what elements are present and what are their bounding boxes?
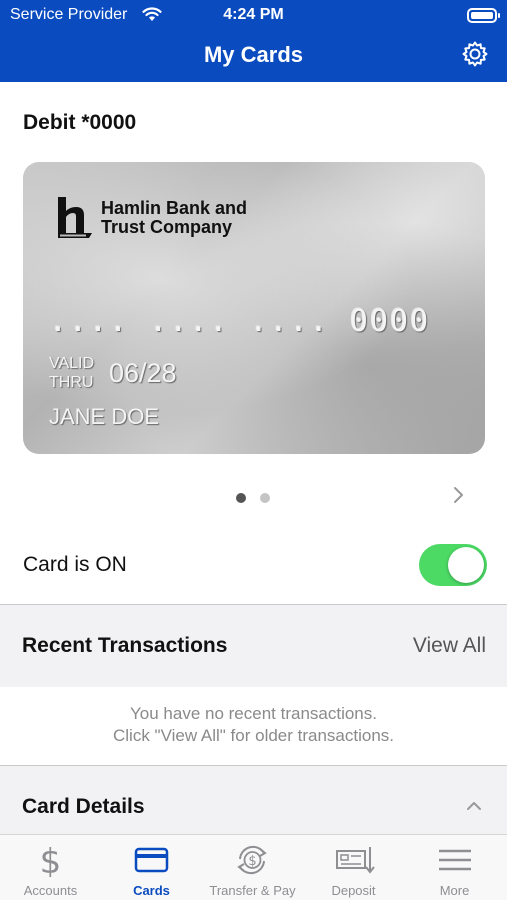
page-title: My Cards [203, 42, 304, 67]
dollar-icon: $ [40, 843, 62, 877]
card-expiry: 06/28 [109, 358, 177, 388]
svg-text:$: $ [40, 843, 62, 877]
debit-card-image[interactable]: Hamlin Bank and Trust Company .... .... … [23, 162, 485, 454]
bank-name-line1: Hamlin Bank and [101, 198, 248, 218]
status-bar: Service Provider 4:24 PM [0, 0, 507, 30]
tab-accounts[interactable]: $ Accounts [0, 835, 101, 900]
card-holder: JANE DOE [49, 404, 160, 429]
pager-dot[interactable] [236, 493, 246, 503]
chevron-up-icon[interactable] [466, 800, 482, 812]
card-details-title: Card Details [22, 795, 145, 818]
menu-icon [439, 849, 471, 871]
card-on-toggle[interactable] [419, 544, 487, 586]
bank-logo-icon [58, 197, 92, 238]
card-icon [134, 847, 169, 873]
svg-text:$: $ [248, 854, 256, 869]
tab-bar: $ Accounts Cards $ Transfer & Pay Deposi… [0, 834, 507, 900]
gear-icon[interactable] [461, 40, 489, 68]
toggle-knob [448, 547, 484, 583]
bank-name: Hamlin Bank and Trust Company [101, 199, 247, 237]
tab-label: Cards [133, 883, 170, 898]
battery-icon [467, 8, 500, 23]
tab-label: Accounts [23, 883, 78, 898]
card-pager [236, 490, 284, 508]
empty-transactions-message: You have no recent transactions. Click "… [0, 703, 507, 747]
empty-line1: You have no recent transactions. [130, 704, 377, 723]
bank-name-line2: Trust Company [101, 217, 233, 237]
deposit-check-icon [336, 847, 375, 874]
tab-label: Deposit [331, 883, 376, 898]
pager-dot[interactable] [260, 493, 270, 503]
card-number: .... .... .... 0000 [49, 304, 431, 339]
view-all-link[interactable]: View All [413, 634, 486, 658]
recent-transactions-title: Recent Transactions [22, 634, 228, 657]
empty-line2: Click "View All" for older transactions. [112, 726, 395, 745]
tab-deposit[interactable]: Deposit [303, 835, 404, 900]
tab-label: Transfer & Pay [209, 883, 296, 898]
chevron-right-icon[interactable] [451, 486, 465, 504]
status-time: 4:24 PM [223, 6, 284, 23]
valid-thru-line2: THRU [49, 374, 94, 391]
tab-cards[interactable]: Cards [101, 835, 202, 900]
card-label: Debit *0000 [23, 111, 137, 134]
card-status-label: Card is ON [23, 553, 127, 576]
transfer-icon: $ [237, 845, 267, 875]
valid-thru-line1: VALID [49, 355, 95, 372]
tab-more[interactable]: More [404, 835, 505, 900]
valid-thru-label: VALID THRU [49, 354, 94, 392]
top-bar: Service Provider 4:24 PM My Cards [0, 0, 507, 82]
tab-label: More [439, 883, 470, 898]
tab-transfer-pay[interactable]: $ Transfer & Pay [202, 835, 303, 900]
